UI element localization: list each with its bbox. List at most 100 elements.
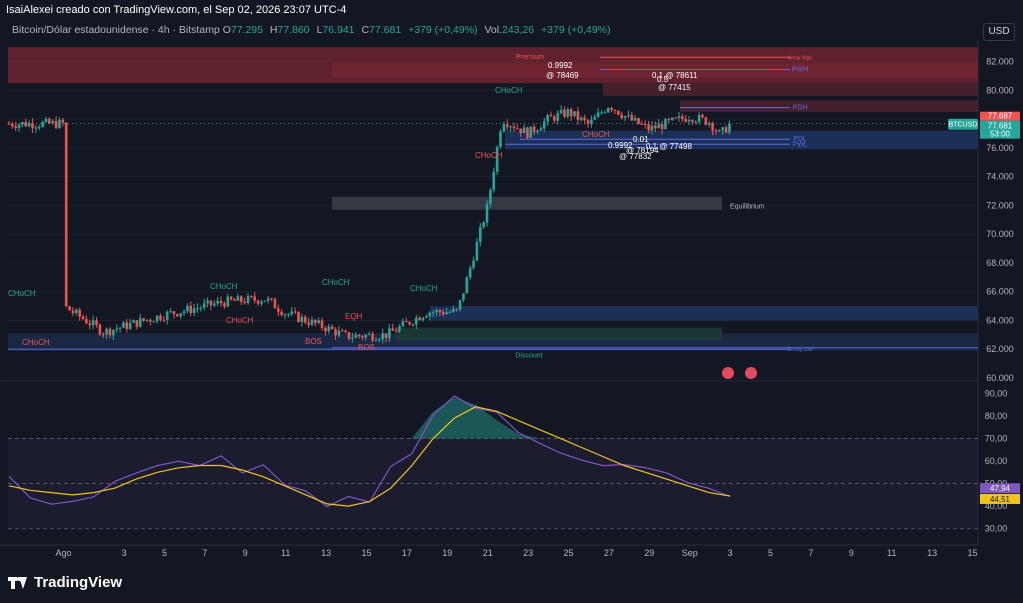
candle (391, 328, 395, 331)
candle (637, 117, 640, 124)
candle (364, 334, 368, 338)
candle (620, 114, 623, 118)
candle (85, 319, 88, 324)
candle (529, 126, 533, 138)
candle (256, 300, 260, 304)
time-tick-label: 3 (728, 548, 733, 558)
candle (630, 115, 634, 121)
candle (149, 319, 152, 322)
candle (623, 116, 627, 118)
candle (657, 124, 661, 129)
candle (371, 333, 374, 341)
candle (576, 111, 580, 120)
time-tick-label: 11 (281, 548, 290, 558)
candle (563, 109, 566, 117)
candle (243, 301, 246, 304)
candle (340, 330, 344, 332)
time-tick-label: 17 (402, 548, 412, 558)
candle (138, 318, 142, 327)
candle (522, 127, 526, 134)
chart-annotation: CHoCH (22, 338, 50, 347)
time-tick-label: 27 (604, 548, 614, 558)
candle (263, 300, 267, 302)
candle (492, 171, 496, 190)
candle (482, 222, 485, 228)
candle (41, 121, 44, 127)
candle (401, 321, 405, 327)
price-tick-label: 72.000 (986, 200, 1014, 210)
candle (714, 130, 718, 132)
candle (489, 189, 492, 204)
candle (239, 296, 243, 302)
candle (175, 314, 179, 317)
price-tick-label: 82.000 (986, 57, 1014, 67)
candle (226, 296, 230, 307)
candle (556, 113, 560, 121)
candle (441, 312, 445, 315)
tradingview-logo[interactable]: TradingView (8, 574, 122, 591)
chart-canvas[interactable]: 82.00080.00078.00076.00074.00072.00070.0… (0, 0, 1023, 603)
time-tick-label: 9 (243, 548, 248, 558)
candle (684, 118, 687, 122)
chart-annotation: 0.1 @ 77498 (646, 142, 692, 151)
candle (145, 319, 149, 321)
supply-block (680, 100, 978, 112)
candle (398, 326, 401, 332)
candle (142, 318, 145, 321)
level-label: PWL (792, 141, 807, 148)
price-tick-label: 60.000 (986, 373, 1014, 383)
chart-annotation: CHoCH (210, 282, 238, 291)
candle (351, 337, 354, 339)
candle (660, 124, 664, 130)
candle (475, 241, 479, 261)
rsi-overbought-fill (8, 397, 731, 439)
rsi-tick-label: 30,00 (985, 524, 1008, 534)
candle (694, 121, 698, 123)
candle (330, 326, 334, 330)
candle (499, 131, 502, 147)
time-tick-label: 19 (442, 548, 452, 558)
candle (179, 313, 182, 317)
candle (253, 296, 257, 301)
candle (64, 122, 68, 307)
candle (452, 309, 455, 312)
candle (516, 128, 519, 130)
candle (337, 330, 341, 336)
candle (566, 109, 570, 117)
chart-annotation: BOS (358, 343, 375, 352)
candle (603, 112, 607, 114)
rsi-value: 47,94 (990, 484, 1011, 493)
candle (596, 112, 600, 117)
candle (408, 321, 411, 325)
time-tick-label: Ago (55, 548, 71, 558)
candle (667, 119, 671, 121)
time-tick-label: 9 (849, 548, 854, 558)
time-tick-label: 7 (202, 548, 207, 558)
candle (468, 267, 472, 278)
candle (310, 319, 314, 325)
candle (223, 303, 226, 307)
candle (680, 116, 684, 119)
candle (573, 111, 576, 117)
candle (186, 305, 189, 312)
candle (95, 320, 98, 325)
candle (320, 320, 324, 328)
candle (377, 339, 381, 341)
candle (182, 311, 186, 314)
candle (435, 310, 438, 313)
candle (280, 311, 283, 316)
candle (14, 126, 17, 128)
candle (613, 109, 617, 111)
candle (361, 336, 364, 338)
candle (71, 310, 75, 314)
candle (559, 109, 563, 114)
candle (209, 300, 213, 306)
price-tick-label: 68.000 (986, 258, 1014, 268)
candle (670, 117, 674, 121)
candle (546, 115, 549, 122)
candle (640, 123, 644, 125)
candle (425, 316, 428, 318)
candle (431, 312, 435, 314)
candle (579, 117, 583, 120)
candle (593, 116, 597, 120)
